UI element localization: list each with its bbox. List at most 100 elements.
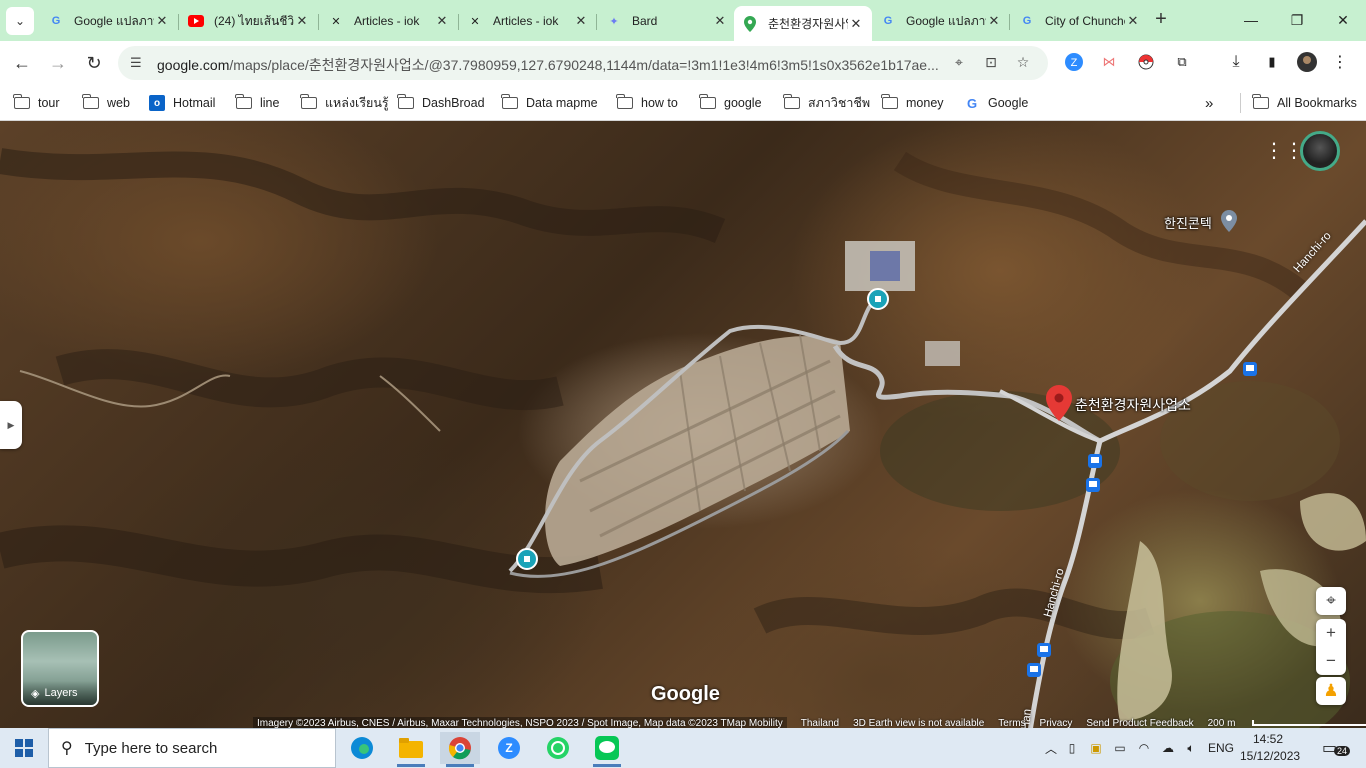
file-explorer-app[interactable] [391,732,431,767]
whatsapp-app[interactable] [538,732,578,764]
layers-button[interactable]: ◈ Layers [21,630,99,707]
bookmark-google[interactable]: G Google [964,93,1028,113]
bookmark-folder-data-mapme[interactable]: Data mapme [501,93,598,113]
language-indicator[interactable]: ENG [1208,741,1234,755]
battery-icon[interactable]: ▭ [1108,741,1132,755]
url-text[interactable]: google.com/maps/place/춘천환경자원사업소/@37.7980… [157,55,947,75]
bus-stop-icon[interactable] [1088,454,1102,471]
google-maps-icon [742,15,758,32]
google-apps-icon[interactable]: ⋮⋮⋮ [1264,140,1324,164]
zoom-in-button[interactable]: + [1316,619,1346,647]
tab-google-translate[interactable]: G Google แปลภาษา ✕ [40,6,178,36]
expand-side-panel-button[interactable]: ▶ [0,401,22,449]
all-bookmarks-button[interactable]: All Bookmarks [1240,93,1357,113]
menu-icon[interactable]: ⋮ [1330,52,1350,72]
bookmark-folder-tour[interactable]: tour [13,93,60,113]
bookmark-hotmail[interactable]: o Hotmail [149,93,215,113]
close-icon[interactable]: ✕ [154,13,170,29]
bus-stop-icon[interactable] [1027,663,1041,680]
bookmark-folder-how-to[interactable]: how to [616,93,678,113]
place-pin-icon[interactable] [1046,385,1072,424]
profile-avatar[interactable] [1297,52,1317,72]
close-icon[interactable]: ✕ [573,13,589,29]
extensions-icon[interactable]: ⧉ [1172,52,1192,72]
cloud-icon[interactable]: ☁ [1156,741,1180,755]
taskbar-search[interactable]: ⚲ Type here to search [48,728,336,768]
bookmark-folder-web[interactable]: web [82,93,130,113]
tab-articles-2[interactable]: ✕ Articles - iok ✕ [459,6,597,36]
tab-city-of-chuncheon[interactable]: G City of Chuncheon ✕ [1011,6,1149,36]
browser-toolbar: ← → ↻ ☰ google.com/maps/place/춘천환경자원사업소/… [0,41,1366,85]
facility-marker-icon[interactable] [516,548,538,573]
install-app-icon[interactable]: ⊡ [982,54,1000,72]
poi-label[interactable]: 한진콘텍 [1164,213,1212,232]
folder-icon [300,94,317,109]
chrome-app[interactable] [440,732,480,767]
zoom-extension-icon[interactable]: Z [1064,52,1084,72]
back-button[interactable]: ← [9,50,35,76]
tab-google-maps[interactable]: 춘천환경자원사업소 ✕ [734,6,872,41]
tray-overflow-icon[interactable]: ︿ [1042,740,1060,757]
my-location-button[interactable]: ⌖ [1316,587,1346,615]
close-icon[interactable]: ✕ [434,13,450,29]
bus-stop-icon[interactable] [1086,478,1100,495]
tab-search-button[interactable]: ⌄ [6,7,34,35]
satellite-map[interactable]: 춘천환경자원사업소 한진콘텍 Hanchi-ro Hanchi-ro Han ▶… [0,121,1366,731]
tab-articles-1[interactable]: ✕ Articles - iok ✕ [320,6,458,36]
bus-stop-icon[interactable] [1243,362,1257,379]
bookmark-folder-money[interactable]: money [881,93,944,113]
terms-link[interactable]: Terms [998,718,1025,729]
forward-button[interactable]: → [45,50,71,76]
edge-app[interactable] [342,732,382,764]
minimize-button[interactable]: — [1228,0,1274,40]
bow-extension-icon[interactable]: ⋈ [1099,52,1119,72]
tab-google-translate-2[interactable]: G Google แปลภาษา ✕ [872,6,1010,36]
antivirus-icon[interactable]: ▣ [1084,741,1108,755]
close-window-button[interactable]: ✕ [1320,0,1366,40]
clock[interactable]: 14:52 15/12/2023 [1240,731,1301,765]
clock-date: 15/12/2023 [1240,749,1301,763]
bookmark-folder-dashbroad[interactable]: DashBroad [397,93,485,113]
scale-bar[interactable]: 200 m [1208,718,1366,729]
volume-icon[interactable]: 🔈︎ [1180,741,1202,756]
download-icon[interactable]: ⤓ [1226,52,1246,72]
country-label[interactable]: Thailand [801,718,839,729]
poi-pin-icon[interactable] [1221,210,1237,235]
bookmarks-overflow-button[interactable]: » [1205,93,1213,113]
start-button[interactable] [0,728,48,768]
side-panel-icon[interactable]: ▮ [1262,52,1282,72]
bookmark-folder-council[interactable]: สภาวิชาชีพ [783,93,870,113]
close-icon[interactable]: ✕ [712,13,728,29]
address-bar[interactable]: ☰ google.com/maps/place/춘천환경자원사업소/@37.79… [118,46,1048,80]
folder-icon [881,94,898,109]
facility-marker-icon[interactable] [867,288,889,313]
wifi-icon[interactable]: ◠ [1132,741,1156,755]
notification-center-button[interactable]: ▭ 24 [1322,738,1351,760]
feedback-link[interactable]: Send Product Feedback [1086,718,1193,729]
bus-stop-icon[interactable] [1037,643,1051,660]
bookmark-folder-learning[interactable]: แหล่งเรียนรู้ [300,93,389,113]
restore-button[interactable]: ❐ [1274,0,1320,40]
new-tab-button[interactable]: + [1150,9,1172,31]
bookmark-folder-line[interactable]: line [235,93,279,113]
bookmark-folder-google[interactable]: google [699,93,762,113]
tab-youtube[interactable]: (24) ไทยเส้นชีวิต ✕ [180,6,318,36]
zoom-app[interactable]: Z [489,732,529,764]
reload-button[interactable]: ↻ [81,50,107,76]
tab-bard[interactable]: ✦ Bard ✕ [598,6,736,36]
account-avatar[interactable] [1300,131,1340,171]
bookmark-star-icon[interactable]: ☆ [1014,54,1032,72]
street-view-pegman[interactable]: ♟ [1316,677,1346,705]
place-label[interactable]: 춘천환경자원사업소 [1075,395,1191,415]
close-icon[interactable]: ✕ [986,13,1002,29]
location-icon[interactable]: ⌖ [950,54,968,72]
privacy-link[interactable]: Privacy [1040,718,1073,729]
zoom-out-button[interactable]: − [1316,647,1346,675]
line-app[interactable] [587,732,627,767]
pokeball-extension-icon[interactable] [1136,52,1156,72]
site-info-icon[interactable]: ☰ [130,55,146,71]
close-icon[interactable]: ✕ [294,13,310,29]
close-icon[interactable]: ✕ [848,16,864,32]
device-icon[interactable]: ▯ [1060,741,1084,755]
close-icon[interactable]: ✕ [1125,13,1141,29]
